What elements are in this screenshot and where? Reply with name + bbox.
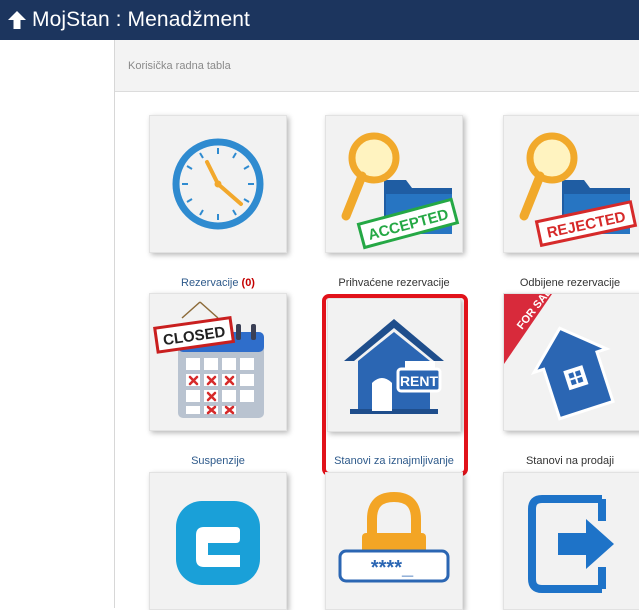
tile-label-odbijene[interactable]: Odbijene rezervacije — [480, 277, 639, 289]
arrow-up-icon[interactable] — [6, 9, 28, 31]
password-lock-icon: ****_ — [338, 491, 450, 583]
svg-text:****_: ****_ — [371, 557, 414, 579]
tile-stanovi-prodaja[interactable]: FOR SALE — [503, 293, 639, 431]
logout-icon — [528, 495, 614, 593]
search-folder-rejected-icon: REJECTED — [519, 132, 638, 248]
tile-label-suspenzije[interactable]: Suspenzije — [128, 455, 308, 467]
reservation-count: (0) — [241, 277, 255, 289]
tile-prihvacene-rezervacije[interactable]: ACCEPTED — [325, 115, 463, 253]
clock-icon — [172, 138, 264, 230]
tile-suspenzije[interactable]: CLOSED — [149, 293, 287, 431]
tile-password[interactable]: ****_ — [325, 472, 463, 610]
tile-label-prihvacene[interactable]: Prihvaćene rezervacije — [304, 277, 484, 289]
tile-odbijene-rezervacije[interactable]: REJECTED — [503, 115, 639, 253]
selected-tile-highlight — [322, 294, 468, 476]
top-bar: MojStan : Menadžment — [0, 0, 639, 40]
tile-logout[interactable] — [503, 472, 639, 610]
e-logo-icon — [176, 501, 260, 585]
tile-e-logo[interactable] — [149, 472, 287, 610]
calendar-closed-icon: CLOSED — [153, 301, 264, 418]
app-title: MojStan : Menadžment — [32, 8, 250, 31]
tile-rezervacije[interactable] — [149, 115, 287, 253]
search-folder-accepted-icon: ACCEPTED — [341, 132, 460, 250]
tile-label-rezervacije[interactable]: Rezervacije (0) — [128, 277, 308, 289]
house-for-sale-icon: FOR SALE — [504, 294, 615, 421]
tile-label-stanovi-prodaja[interactable]: Stanovi na prodaji — [480, 455, 639, 467]
panel-header: Korisička radna tabla — [115, 40, 639, 92]
